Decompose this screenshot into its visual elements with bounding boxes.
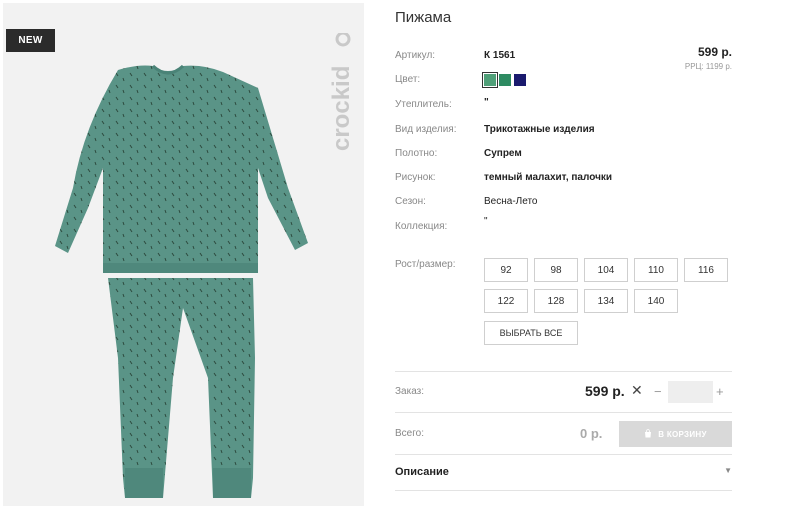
order-label: Заказ: (395, 386, 425, 397)
color-swatch[interactable] (514, 74, 526, 86)
size-option-98[interactable]: 98 (534, 258, 578, 282)
divider (395, 371, 732, 372)
cart-icon (644, 428, 652, 440)
select-all-sizes-button[interactable]: ВЫБРАТЬ ВСЕ (484, 321, 578, 345)
collection-label: Коллекция: (395, 221, 448, 232)
product-price: 599 р. (697, 45, 732, 59)
chevron-down-icon[interactable]: ▼ (724, 466, 732, 475)
size-option-92[interactable]: 92 (484, 258, 528, 282)
size-label: Рост/размер: (395, 259, 456, 270)
article-value: К 1561 (484, 50, 516, 61)
product-type-label: Вид изделия: (395, 124, 457, 135)
add-to-cart-label: В КОРЗИНУ (658, 429, 707, 439)
fabric-value: Супрем (484, 148, 522, 159)
decrease-quantity-button[interactable]: − (654, 384, 662, 399)
remove-icon[interactable]: ✕ (631, 382, 643, 399)
total-label: Всего: (395, 428, 424, 439)
size-option-122[interactable]: 122 (484, 289, 528, 313)
size-option-116[interactable]: 116 (684, 258, 728, 282)
color-swatch[interactable] (499, 74, 511, 86)
increase-quantity-button[interactable]: + (716, 384, 724, 399)
season-label: Сезон: (395, 196, 426, 207)
color-swatches (482, 72, 526, 88)
product-gallery: NEW crockid (3, 3, 364, 506)
divider (395, 412, 732, 413)
total-value: 0 р. (580, 426, 603, 441)
size-option-128[interactable]: 128 (534, 289, 578, 313)
pattern-label: Рисунок: (395, 172, 436, 183)
quantity-input[interactable] (668, 381, 713, 403)
insulation-label: Утеплитель: (395, 99, 452, 110)
description-toggle[interactable]: Описание (395, 466, 449, 478)
collection-value: " (484, 216, 488, 227)
color-label: Цвет: (395, 74, 421, 85)
size-options: 92 98 104 110 116 122 128 134 140 (484, 258, 732, 313)
new-badge: NEW (6, 29, 55, 52)
divider (395, 454, 732, 455)
product-info: Пижама 599 р. РРЦ: 1199 р. Артикул: К 15… (395, 0, 735, 506)
size-option-104[interactable]: 104 (584, 258, 628, 282)
article-label: Артикул: (395, 50, 436, 61)
size-option-110[interactable]: 110 (634, 258, 678, 282)
season-value: Весна-Лето (484, 196, 538, 207)
product-title: Пижама (395, 9, 452, 26)
product-rrp: РРЦ: 1199 р. (684, 62, 732, 71)
size-option-134[interactable]: 134 (584, 289, 628, 313)
order-price: 599 р. (585, 383, 625, 399)
product-type-value: Трикотажные изделия (484, 124, 595, 135)
divider (395, 490, 732, 491)
fabric-label: Полотно: (395, 148, 438, 159)
add-to-cart-button[interactable]: В КОРЗИНУ (619, 421, 732, 447)
color-swatch[interactable] (482, 72, 498, 88)
pattern-value: темный малахит, палочки (484, 172, 613, 183)
size-option-140[interactable]: 140 (634, 289, 678, 313)
pajama-image (55, 64, 308, 498)
insulation-value: " (484, 97, 489, 108)
